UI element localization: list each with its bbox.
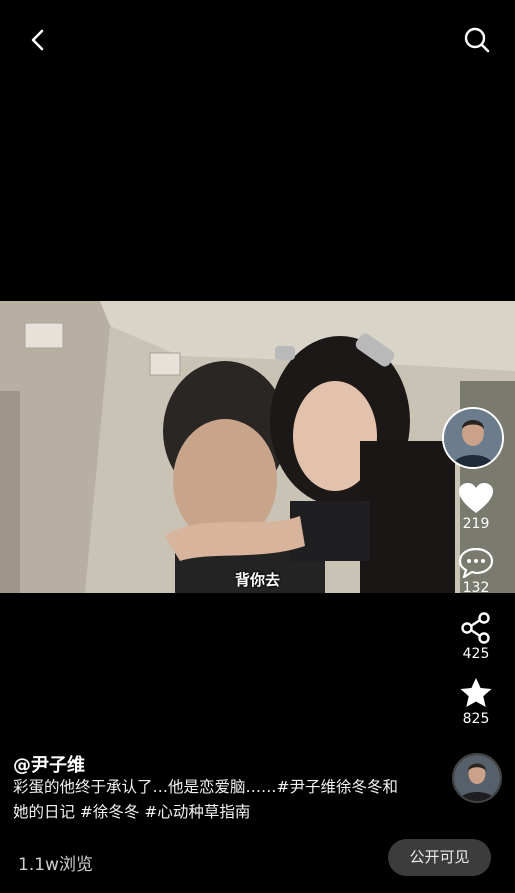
post-caption: 彩蛋的他终于承认了…他是恋爱脑……#尹子维徐冬冬和她的日记 #徐冬冬 #心动种草… — [13, 778, 398, 821]
favorite-button[interactable]: 825 — [452, 677, 500, 727]
favorite-count: 825 — [462, 711, 490, 727]
search-icon[interactable] — [463, 26, 491, 54]
comment-count: 132 — [462, 580, 490, 596]
video-subtitle: 背你去 — [234, 571, 280, 589]
comment-button[interactable]: 132 — [452, 548, 500, 596]
share-button[interactable]: 425 — [452, 612, 500, 662]
music-disc-avatar[interactable] — [452, 753, 502, 803]
comment-icon — [458, 548, 494, 578]
share-icon — [461, 612, 490, 644]
like-count: 219 — [462, 516, 490, 532]
back-icon[interactable] — [24, 26, 52, 54]
share-count: 425 — [462, 646, 490, 662]
author-avatar[interactable] — [442, 407, 504, 469]
video-player[interactable] — [0, 301, 515, 593]
like-button[interactable]: 219 — [452, 482, 500, 532]
author-name[interactable]: @尹子维 — [13, 751, 85, 777]
view-count: 1.1w浏览 — [18, 855, 93, 875]
visibility-button[interactable]: 公开可见 — [388, 839, 491, 876]
heart-icon — [459, 483, 493, 513]
star-icon — [460, 678, 492, 707]
video-frame — [0, 301, 515, 593]
